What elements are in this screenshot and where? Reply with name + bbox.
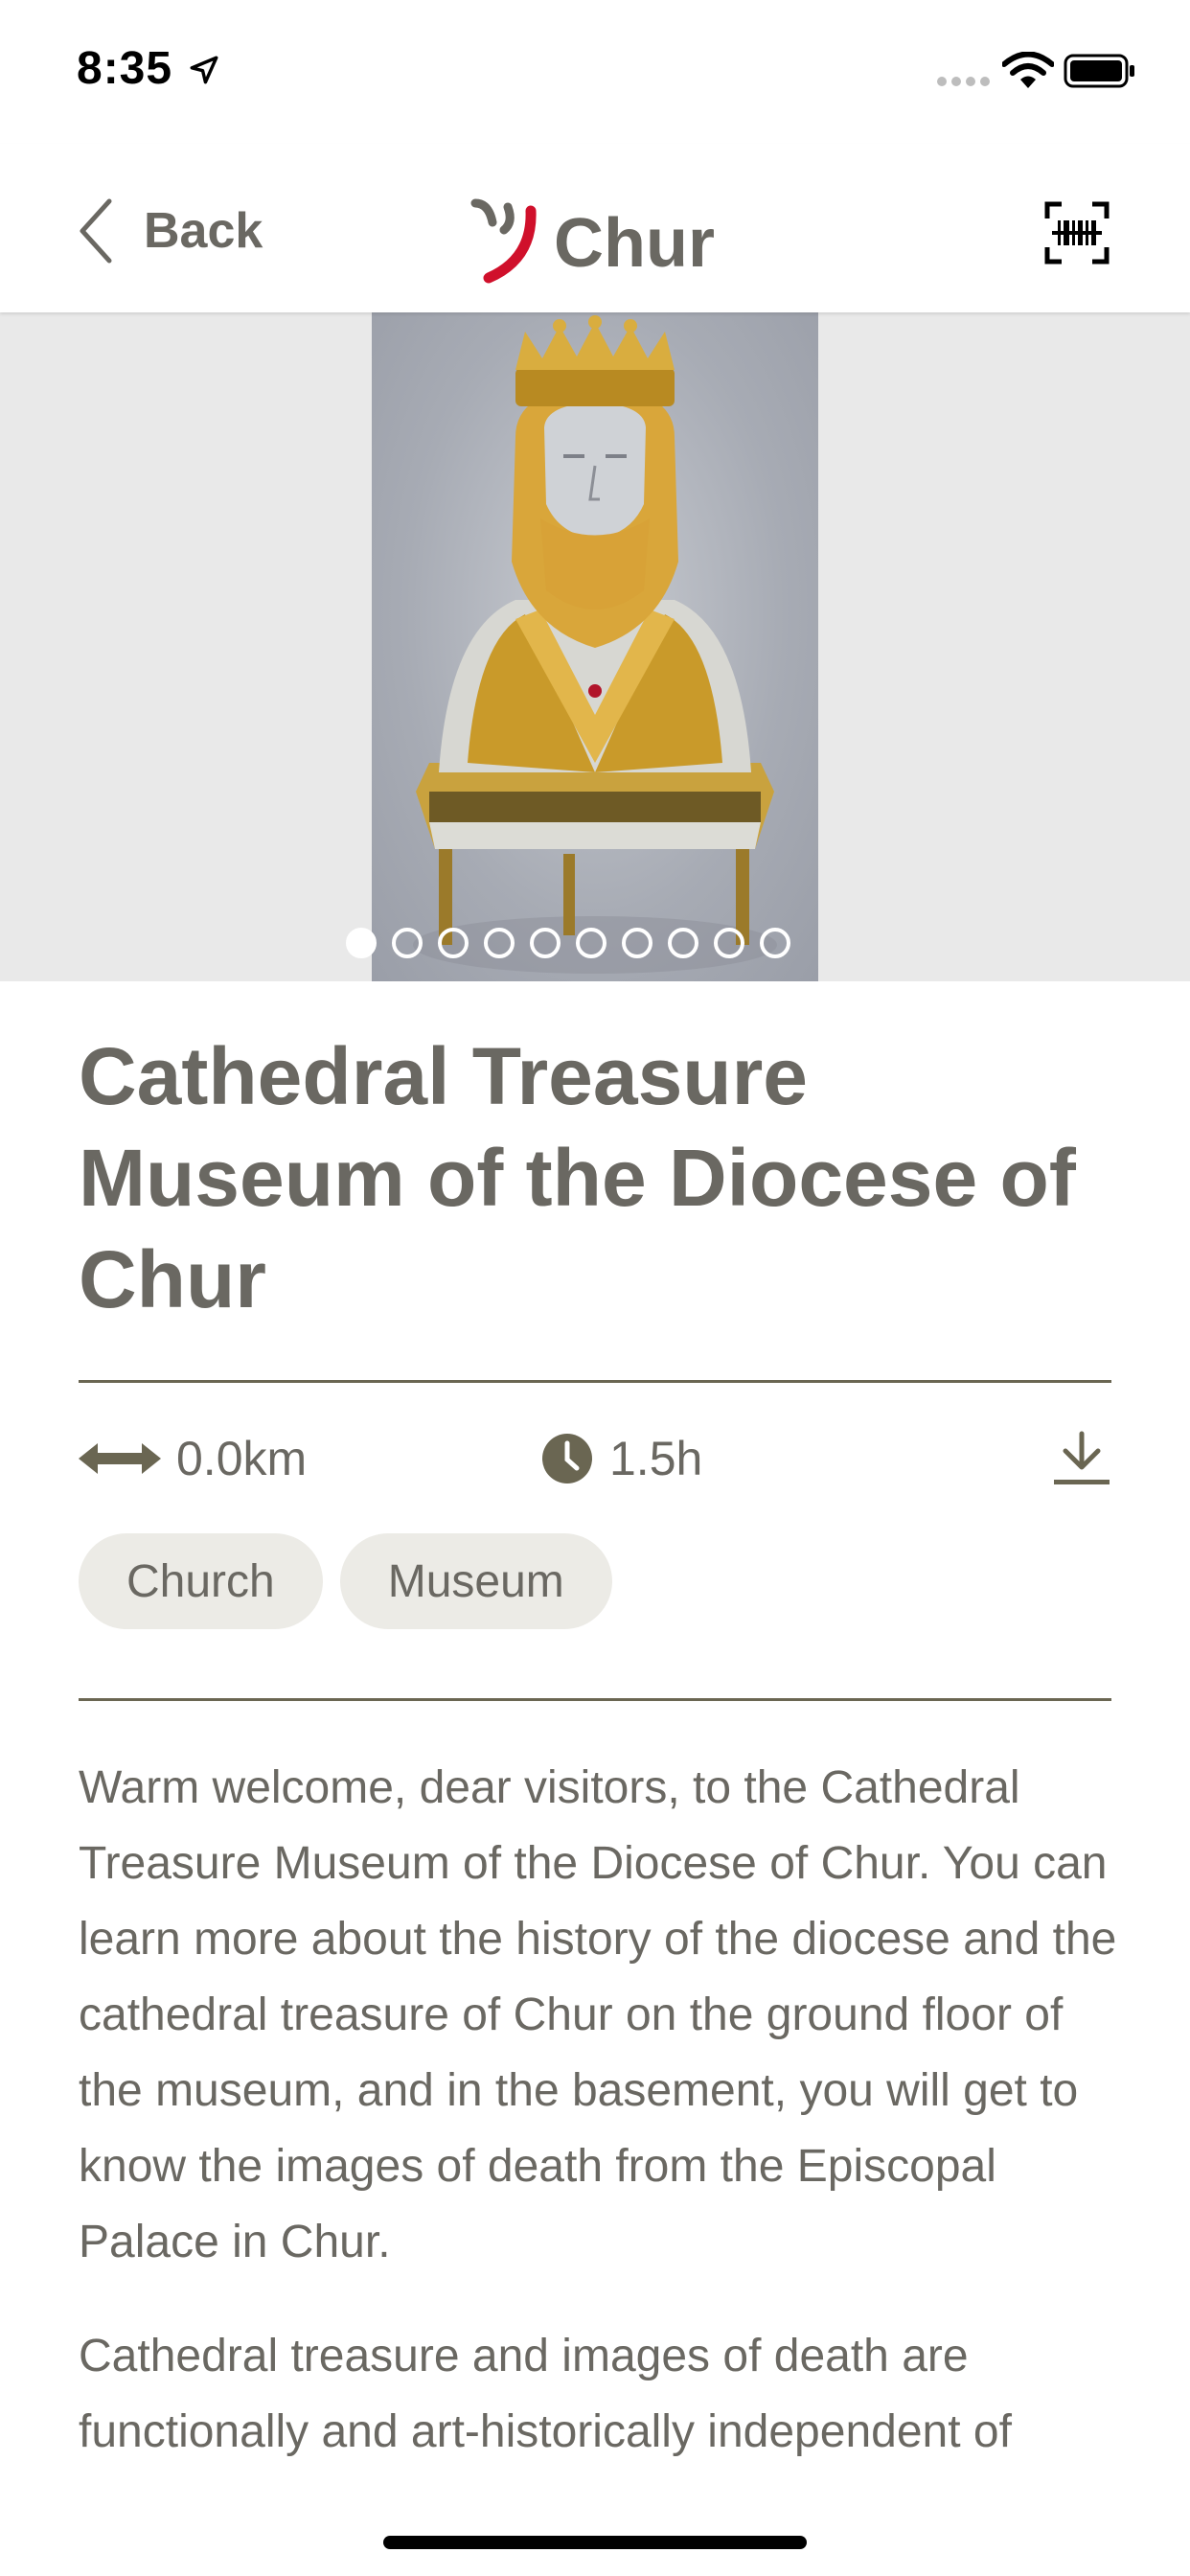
battery-icon — [1064, 54, 1134, 88]
wifi-icon — [1002, 52, 1054, 88]
reliquary-bust-photo — [372, 312, 818, 981]
download-icon — [1054, 1431, 1110, 1484]
page-dot[interactable] — [392, 928, 423, 958]
description-paragraph: Warm welcome, dear visitors, to the Cath… — [79, 1762, 1117, 2267]
status-bar: 8:35 — [0, 0, 1190, 144]
divider — [79, 1698, 1111, 1701]
category-tags: Church Museum — [79, 1533, 612, 1629]
chur-logo: Chur — [469, 178, 715, 284]
cellular-signal-icon — [937, 77, 990, 86]
duration-info: 1.5h — [540, 1420, 702, 1497]
clock-icon — [542, 1434, 592, 1484]
description: Warm welcome, dear visitors, to the Cath… — [79, 1750, 1123, 2508]
page-dot[interactable] — [346, 928, 377, 958]
tag-museum[interactable]: Museum — [339, 1533, 612, 1629]
status-time: 8:35 — [77, 43, 173, 94]
page-dot[interactable] — [714, 928, 744, 958]
page-dot[interactable] — [438, 928, 469, 958]
chur-logo-mark-icon — [470, 198, 537, 284]
home-indicator[interactable] — [383, 2536, 807, 2549]
distance-info: 0.0km — [79, 1420, 307, 1497]
distance-value: 0.0km — [176, 1432, 308, 1485]
tag-church[interactable]: Church — [79, 1533, 323, 1629]
chevron-left-icon — [80, 198, 112, 264]
location-arrow-icon — [190, 56, 218, 84]
page-dot[interactable] — [622, 928, 652, 958]
distance-arrows-icon — [79, 1443, 161, 1474]
page-dot[interactable] — [668, 928, 698, 958]
description-paragraph: Cathedral treasure and images of death a… — [79, 2331, 1012, 2457]
navigation-bar: Back Chur — [0, 144, 1190, 312]
image-carousel[interactable] — [0, 312, 1190, 981]
page-dot[interactable] — [760, 928, 790, 958]
page-dot[interactable] — [576, 928, 606, 958]
meta-row: 0.0km 1.5h — [79, 1420, 1111, 1497]
carousel-page-indicator[interactable] — [346, 928, 790, 958]
logo-text: Chur — [554, 205, 715, 282]
barcode-scan-icon[interactable] — [1044, 201, 1110, 264]
back-button[interactable]: Back — [77, 197, 263, 264]
page-dot[interactable] — [530, 928, 561, 958]
download-button[interactable] — [1052, 1420, 1111, 1497]
page-dot[interactable] — [484, 928, 515, 958]
divider — [79, 1380, 1111, 1383]
back-label: Back — [144, 203, 263, 259]
page-title: Cathedral Treasure Museum of the Diocese… — [79, 1031, 1076, 1324]
duration-value: 1.5h — [609, 1432, 703, 1485]
